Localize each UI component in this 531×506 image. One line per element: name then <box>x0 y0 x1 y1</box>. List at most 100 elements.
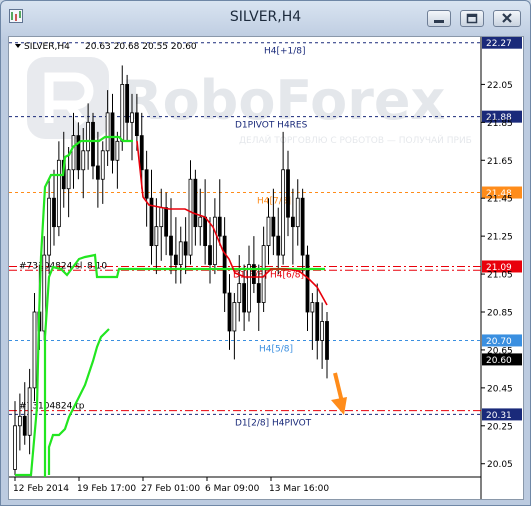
candle <box>47 179 52 275</box>
candle-body <box>52 197 56 228</box>
candle-body <box>217 216 222 237</box>
candle-body <box>130 112 134 123</box>
candle <box>212 198 217 275</box>
y-tick-label: 21.85 <box>487 119 513 129</box>
candle <box>198 188 203 246</box>
chart-header: SILVER,H4 20.63 20.68 20.55 20.60 <box>15 42 197 52</box>
candle-body <box>164 207 169 237</box>
x-tick-label: 12 Feb 2014 <box>13 484 69 494</box>
candle-body <box>139 135 144 171</box>
x-tick-label: 13 Mar 16:00 <box>269 484 329 494</box>
candle-body <box>56 159 61 228</box>
candle <box>222 217 227 312</box>
candle <box>193 169 198 246</box>
candle-body <box>27 387 32 436</box>
candle-body <box>91 121 95 167</box>
candle-body <box>295 197 300 228</box>
chart-symbol-label: SILVER,H4 <box>24 42 70 52</box>
maximize-icon <box>466 13 478 24</box>
candle-body <box>115 140 120 161</box>
y-tick-label: 20.45 <box>487 384 513 394</box>
candle-body <box>276 235 281 256</box>
candle <box>159 188 164 261</box>
candle <box>251 236 256 294</box>
candle <box>110 93 115 174</box>
title-bar[interactable]: SILVER,H4 <box>1 1 530 35</box>
candle-body <box>169 235 173 256</box>
candle <box>286 150 290 237</box>
target-arrow-icon <box>331 372 347 415</box>
candle-body <box>310 302 315 313</box>
candle-body <box>290 216 295 228</box>
candle <box>164 192 169 256</box>
y-tick-label: 20.85 <box>487 309 513 319</box>
candle-body <box>198 216 203 228</box>
candle-body <box>120 84 125 142</box>
candle <box>320 302 325 369</box>
candle <box>66 147 71 218</box>
candle-body <box>256 283 261 303</box>
maximize-button[interactable] <box>460 10 484 27</box>
minimize-button[interactable] <box>427 10 451 27</box>
minimize-icon <box>434 20 444 23</box>
candle <box>247 245 251 322</box>
candle-body <box>125 84 130 123</box>
candle-body <box>105 112 110 152</box>
candlestick-chart: RoboForex ДЕЛАЙ ТОРГОВЛЮ С РОБОТОВ — ПОЛ… <box>9 37 522 499</box>
chart-ohlc-values: 20.63 20.68 20.55 20.60 <box>85 42 197 52</box>
candle-body <box>81 150 86 171</box>
candle-body <box>32 311 37 389</box>
candle-body <box>173 254 178 265</box>
candle-body <box>315 302 320 341</box>
candle-body <box>286 169 290 218</box>
price-chart[interactable]: RoboForex ДЕЛАЙ ТОРГОВЛЮ С РОБОТОВ — ПОЛ… <box>8 36 524 500</box>
level-price-tag-text: 22.27 <box>486 39 512 49</box>
candle-body <box>193 178 198 228</box>
candle-body <box>159 207 164 228</box>
candle <box>173 217 178 284</box>
candle <box>276 207 281 275</box>
candle-body <box>154 226 159 247</box>
candle-body <box>232 302 237 332</box>
candle <box>227 274 232 350</box>
candle-body <box>247 264 251 313</box>
level-label: D1[2/8] H4PIVOT <box>235 418 312 428</box>
candle-body <box>305 254 310 313</box>
close-button[interactable] <box>493 10 521 27</box>
candle <box>56 141 61 237</box>
candle-body <box>281 169 286 256</box>
candle <box>310 293 315 350</box>
level-price-tag-text: 20.31 <box>486 411 512 421</box>
candle <box>178 226 183 284</box>
candle <box>91 112 95 180</box>
candle-body <box>47 197 52 256</box>
candle-body <box>251 264 256 284</box>
candle-body <box>222 235 227 294</box>
candle <box>95 131 100 208</box>
candle-body <box>320 321 325 341</box>
candle <box>52 169 56 246</box>
candle <box>295 179 300 246</box>
y-tick-label: 21.65 <box>487 157 513 167</box>
candle-body <box>76 135 81 171</box>
candle <box>290 188 295 265</box>
candle <box>281 131 286 265</box>
candle-body <box>13 425 17 470</box>
candle-body <box>208 245 212 265</box>
candle-body <box>178 241 183 265</box>
candle-body <box>95 165 100 180</box>
current-price-tag-text: 20.60 <box>486 356 512 366</box>
candle-body <box>242 283 247 313</box>
candle-body <box>144 169 149 199</box>
candle <box>315 283 320 360</box>
candle <box>22 382 27 445</box>
candle-body <box>212 216 217 265</box>
candle <box>32 293 37 402</box>
chart-menu-triangle-icon[interactable] <box>15 44 21 48</box>
candle <box>300 188 305 275</box>
roboforex-logo-icon <box>27 57 109 139</box>
watermark-tagline: ДЕЛАЙ ТОРГОВЛЮ С РОБОТОВ — ПОЛУЧАЙ ПРИБ <box>239 134 472 146</box>
y-tick-label: 21.45 <box>487 195 513 205</box>
x-tick-label: 19 Feb 17:00 <box>77 484 136 494</box>
candle-body <box>71 135 76 171</box>
